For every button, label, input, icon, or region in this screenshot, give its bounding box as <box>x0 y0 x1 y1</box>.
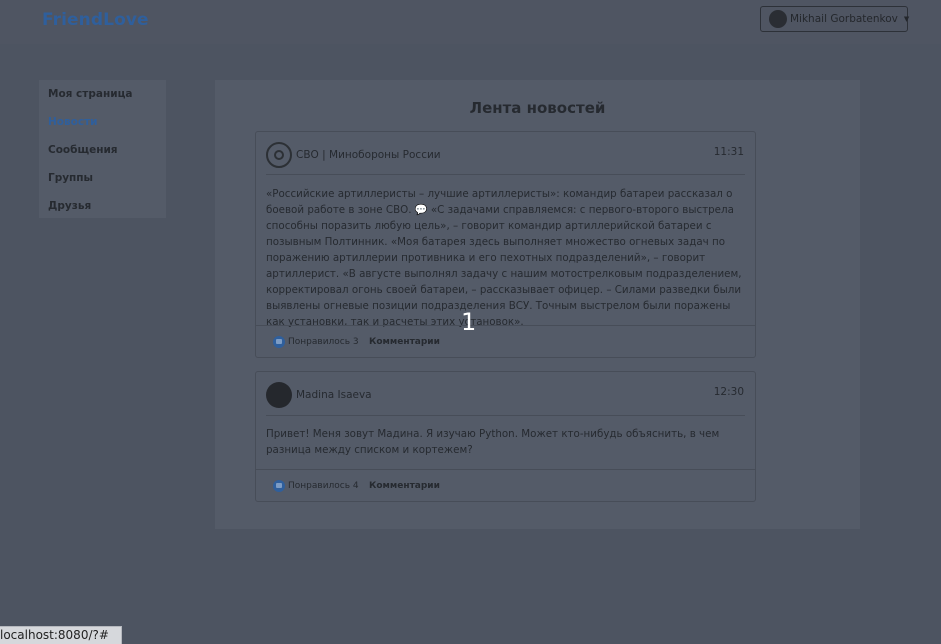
chevron-down-icon: ▼ <box>903 15 910 23</box>
post-footer: Понравилось 3 Комментарии <box>256 325 755 358</box>
brand-logo[interactable]: FriendLove <box>42 10 149 30</box>
user-photo-icon[interactable] <box>266 382 292 408</box>
sidebar-item-messages[interactable]: Сообщения <box>39 136 166 164</box>
user-name: Mikhail Gorbatenkov <box>790 13 898 25</box>
news-feed-panel: Лента новостей СВО | Минобороны России 1… <box>215 80 860 529</box>
page-title: Лента новостей <box>469 99 606 117</box>
post-time: 12:30 <box>713 386 744 398</box>
post-card: СВО | Минобороны России 11:31 «Российски… <box>255 131 756 358</box>
comments-link[interactable]: Комментарии <box>369 337 440 347</box>
post-text: Привет! Меня зовут Мадина. Я изучаю Pyth… <box>266 428 720 456</box>
overlay-number: 1 <box>461 308 477 336</box>
post-header: СВО | Минобороны России 11:31 <box>256 132 755 174</box>
sidebar-item-groups[interactable]: Группы <box>39 164 166 192</box>
like-count: Понравилось 4 <box>288 481 359 491</box>
thumbs-up-icon <box>273 480 285 492</box>
post-header: Madina Isaeva 12:30 <box>256 372 755 414</box>
post-author[interactable]: СВО | Минобороны России <box>296 149 441 161</box>
post-card: Madina Isaeva 12:30 Привет! Меня зовут М… <box>255 371 756 502</box>
thumbs-up-icon <box>273 336 285 348</box>
post-author[interactable]: Madina Isaeva <box>296 389 372 401</box>
sidebar-item-news[interactable]: Новости <box>39 108 166 136</box>
like-count: Понравилось 3 <box>288 337 359 347</box>
emblem-icon[interactable] <box>266 142 292 168</box>
user-avatar <box>769 10 787 28</box>
top-navbar: FriendLove Mikhail Gorbatenkov ▼ <box>0 0 941 44</box>
post-divider <box>266 174 745 175</box>
post-footer: Понравилось 4 Комментарии <box>256 469 755 502</box>
sidebar-item-my-page[interactable]: Моя страница <box>39 80 166 108</box>
like-button[interactable]: Понравилось 3 <box>273 336 359 348</box>
post-text: «Российские артиллеристы – лучшие артилл… <box>266 188 742 328</box>
sidebar-nav: Моя страница Новости Сообщения Группы Др… <box>39 80 166 218</box>
like-button[interactable]: Понравилось 4 <box>273 480 359 492</box>
comments-link[interactable]: Комментарии <box>369 481 440 491</box>
user-menu-button[interactable]: Mikhail Gorbatenkov ▼ <box>760 6 910 32</box>
sidebar-item-friends[interactable]: Друзья <box>39 192 166 220</box>
status-bar-url: localhost:8080/?# <box>0 626 122 644</box>
post-time: 11:31 <box>713 146 744 158</box>
post-divider <box>266 415 745 416</box>
